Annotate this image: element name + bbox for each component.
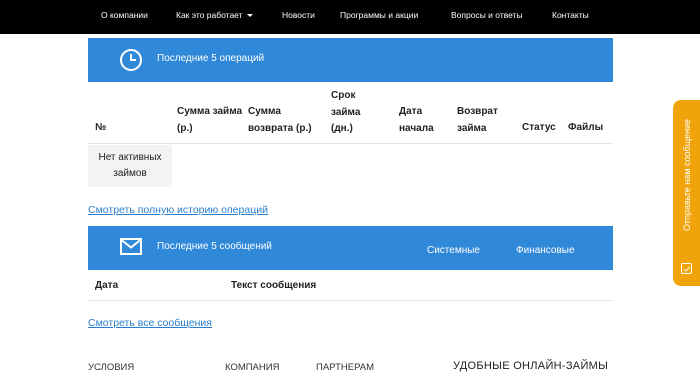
footer-column-conditions[interactable]: Условия bbox=[88, 362, 134, 373]
column-header-loan-amount: Сумма займа (р.) bbox=[177, 106, 243, 134]
operations-header: Последние 5 операций bbox=[88, 38, 613, 82]
nav-item-contacts[interactable]: Контакты bbox=[552, 10, 589, 20]
nav-item-how-it-works[interactable]: Как это работает bbox=[176, 10, 253, 20]
nav-item-about[interactable]: О компании bbox=[101, 10, 148, 20]
tab-finance-messages[interactable]: Финансовые bbox=[516, 245, 575, 256]
all-messages-link[interactable]: Смотреть все сообщения bbox=[88, 317, 212, 329]
checkbox-icon bbox=[681, 263, 692, 274]
empty-state-cell: Нет активных займов bbox=[88, 145, 172, 187]
tab-system-messages[interactable]: Системные bbox=[427, 245, 480, 256]
footer-column-company[interactable]: Компания bbox=[225, 362, 279, 373]
operations-title: Последние 5 операций bbox=[157, 53, 265, 64]
column-header-date: Дата bbox=[95, 280, 119, 291]
table-divider bbox=[88, 300, 613, 301]
nav-item-programs[interactable]: Программы и акции bbox=[340, 10, 418, 20]
feedback-label: Отправьте нам сообщение bbox=[681, 118, 692, 232]
envelope-icon bbox=[120, 238, 142, 255]
column-header-status: Статус bbox=[522, 122, 556, 133]
messages-title: Последние 5 сообщений bbox=[157, 241, 272, 252]
nav-item-how-it-works-label: Как это работает bbox=[176, 10, 243, 20]
table-divider bbox=[88, 143, 613, 144]
footer-column-partners[interactable]: Партнерам bbox=[316, 362, 374, 373]
column-header-files: Файлы bbox=[568, 122, 604, 133]
footer-brand: УДОБНЫЕ ОНЛАЙН-ЗАЙМЫ bbox=[453, 360, 609, 372]
column-header-message-text: Текст сообщения bbox=[231, 280, 317, 291]
operations-history-link[interactable]: Смотреть полную историю операций bbox=[88, 204, 268, 216]
nav-item-faq[interactable]: Вопросы и ответы bbox=[451, 10, 523, 20]
nav-item-news[interactable]: Новости bbox=[282, 10, 315, 20]
column-header-loan-term: Срок займа (дн.) bbox=[331, 90, 361, 134]
column-header-loan-return: Возврат займа bbox=[457, 106, 498, 134]
top-navigation: О компании Как это работает Новости Прог… bbox=[0, 0, 700, 34]
column-header-start-date: Дата начала bbox=[399, 106, 434, 134]
column-header-number: № bbox=[95, 122, 107, 133]
clock-icon bbox=[120, 49, 142, 71]
column-header-return-amount: Сумма возврата (р.) bbox=[248, 106, 312, 134]
messages-header: Последние 5 сообщений Системные Финансов… bbox=[88, 226, 613, 270]
feedback-tab[interactable]: Отправьте нам сообщение bbox=[673, 100, 700, 286]
chevron-down-icon bbox=[246, 14, 253, 18]
